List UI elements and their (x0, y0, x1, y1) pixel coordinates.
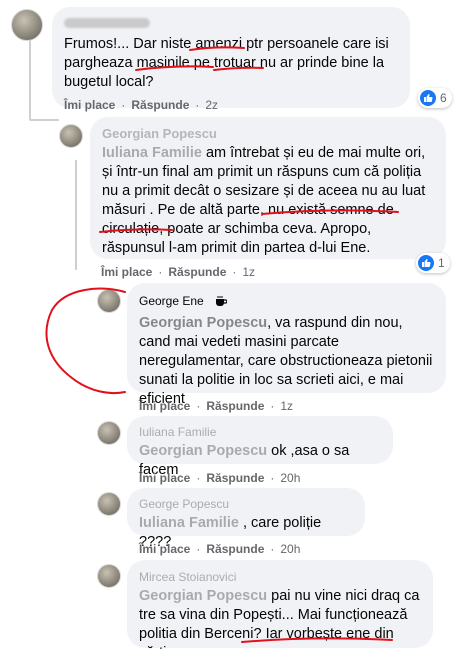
thumbs-up-icon (418, 255, 434, 271)
comment-author[interactable]: Georgian Popescu (102, 126, 217, 142)
comment-author[interactable]: Mircea Stoianovici (139, 569, 236, 585)
reaction-count[interactable]: 6 (418, 88, 452, 108)
comment-author[interactable]: George Ene (139, 293, 228, 311)
like-button[interactable]: Îmi place (139, 399, 190, 413)
mention-link[interactable]: Georgian Popescu (139, 443, 267, 459)
timestamp[interactable]: 1z (280, 399, 293, 413)
comment-actions: Îmi place · Răspunde · 20h (139, 542, 301, 556)
comment-text: Iuliana Familie am întrebat și eu de mai… (102, 145, 426, 256)
avatar[interactable] (59, 124, 83, 148)
comment-bubble: Iuliana Familie Georgian Popescu ok ,asa… (127, 416, 393, 478)
reply-button[interactable]: Răspunde (131, 98, 189, 112)
like-button[interactable]: Îmi place (139, 542, 190, 556)
avatar[interactable] (97, 492, 121, 516)
comment-text: Frumos!... Dar niste amenzi ptr persoane… (64, 36, 389, 90)
comment-bubble: George Ene Georgian Popescu, va raspund … (127, 283, 446, 407)
comment-bubble: Georgian Popescu Iuliana Familie am într… (90, 117, 446, 259)
mention-link[interactable]: Georgian Popescu (139, 588, 267, 604)
comment-bubble: Frumos!... Dar niste amenzi ptr persoane… (52, 7, 410, 108)
avatar[interactable] (97, 564, 121, 588)
avatar[interactable] (11, 9, 43, 41)
thumbs-up-icon (420, 90, 436, 106)
reply-button[interactable]: Răspunde (206, 399, 264, 413)
timestamp[interactable]: 20h (280, 471, 300, 485)
comment-author[interactable]: Iuliana Familie (139, 424, 216, 440)
like-button[interactable]: Îmi place (139, 471, 190, 485)
redacted-name (64, 17, 150, 28)
timestamp[interactable]: 2z (205, 98, 218, 112)
coffee-cup-icon (215, 295, 228, 311)
mention-link[interactable]: Iuliana Familie (139, 515, 239, 531)
comment-author[interactable] (64, 14, 150, 30)
comment-actions: Îmi place · Răspunde · 1z (101, 265, 256, 279)
comment-actions: Îmi place · Răspunde · 20h (139, 471, 301, 485)
comment-author[interactable]: George Popescu (139, 496, 229, 512)
reply-button[interactable]: Răspunde (206, 542, 264, 556)
thread-line (29, 119, 59, 121)
thread-line (75, 160, 77, 270)
like-button[interactable]: Îmi place (101, 265, 152, 279)
reply-button[interactable]: Răspunde (206, 471, 264, 485)
mention-link[interactable]: Iuliana Familie (102, 145, 202, 161)
avatar[interactable] (97, 289, 121, 313)
reaction-count[interactable]: 1 (416, 253, 450, 273)
comment-text: Georgian Popescu, va raspund din nou, ca… (139, 315, 433, 407)
timestamp[interactable]: 20h (280, 542, 300, 556)
thread-line (29, 40, 31, 120)
comment-bubble: George Popescu Iuliana Familie , care po… (127, 488, 365, 550)
like-button[interactable]: Îmi place (64, 98, 115, 112)
mention-link[interactable]: Georgian Popescu (139, 315, 267, 331)
avatar[interactable] (97, 421, 121, 445)
comment-actions: Îmi place · Răspunde · 2z (64, 98, 219, 112)
comment-text: Georgian Popescu pai nu vine nici draq c… (139, 588, 420, 649)
comment-actions: Îmi place · Răspunde · 1z (139, 399, 294, 413)
reply-button[interactable]: Răspunde (168, 265, 226, 279)
comment-bubble: Mircea Stoianovici Georgian Popescu pai … (127, 560, 433, 649)
timestamp[interactable]: 1z (242, 265, 255, 279)
